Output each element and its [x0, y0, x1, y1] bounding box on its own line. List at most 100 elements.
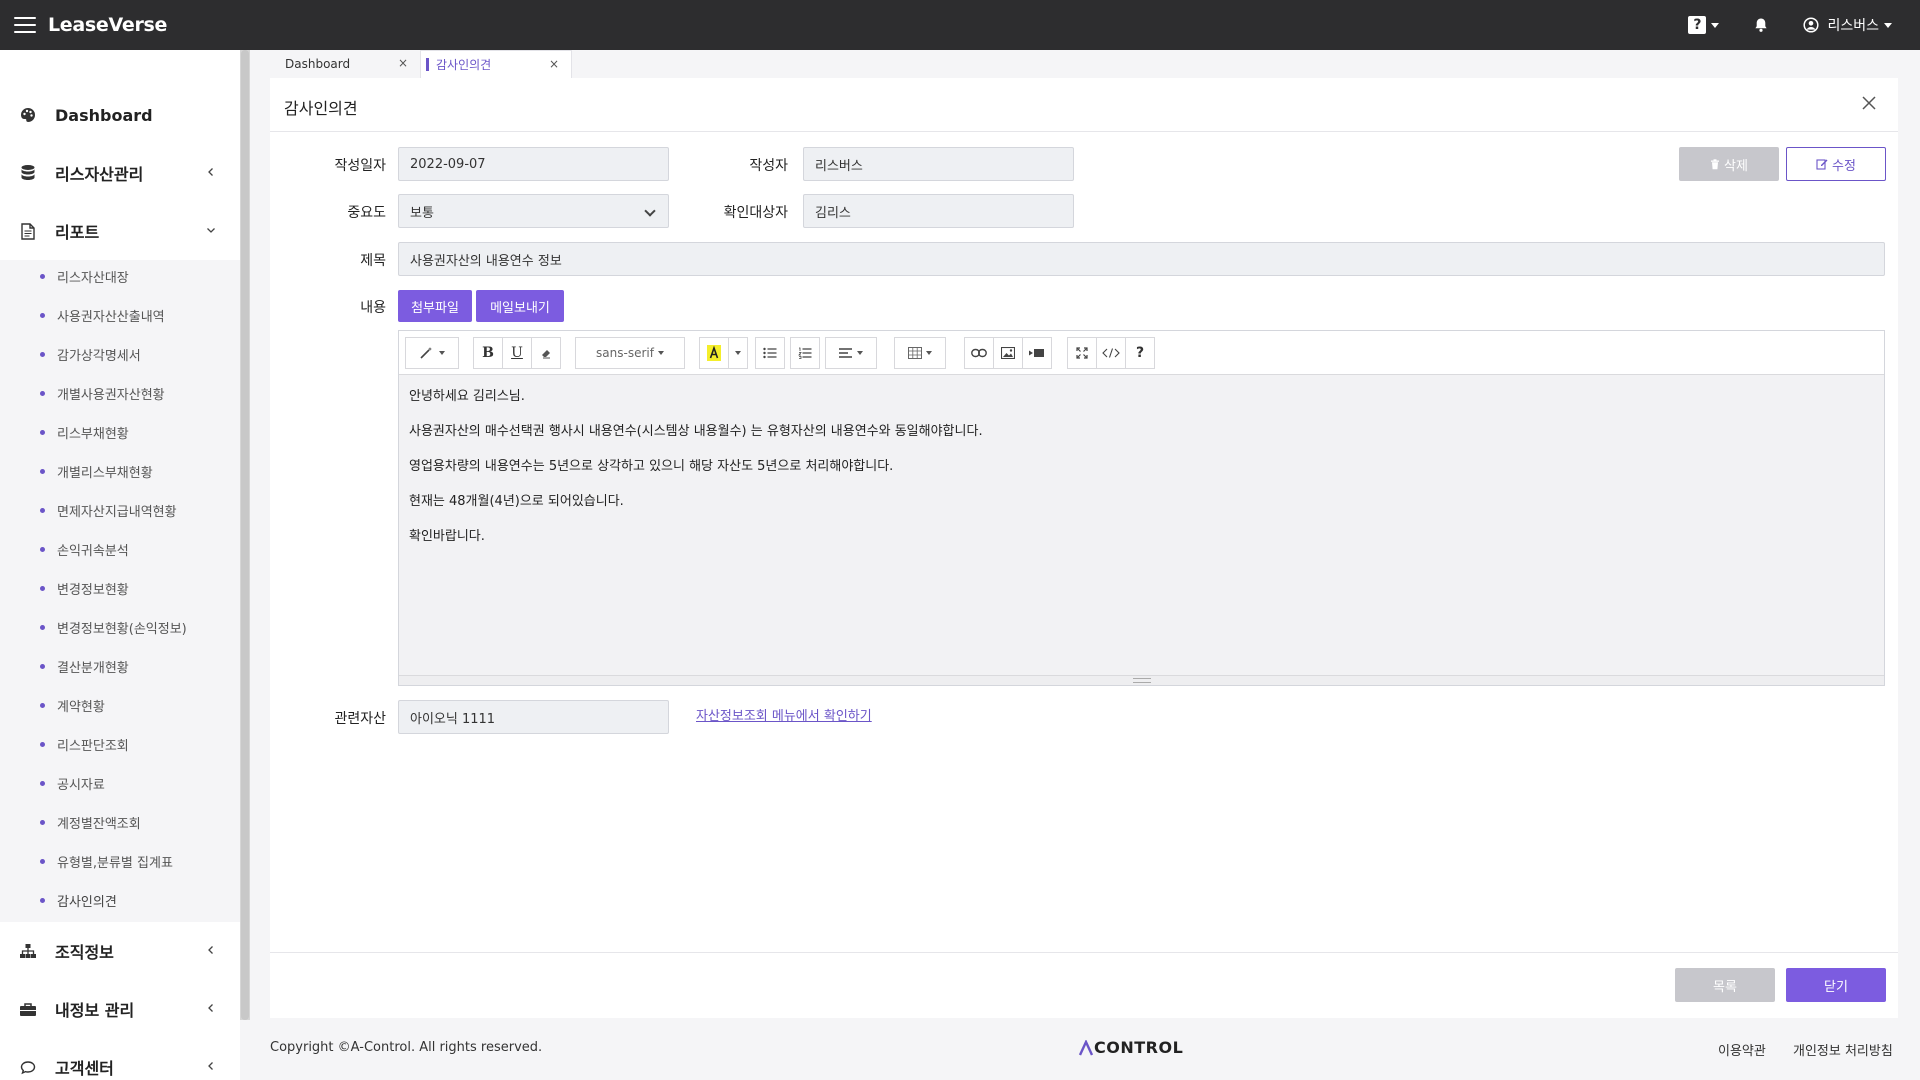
- sidebar-subitem-active[interactable]: 감사인의견: [0, 884, 240, 916]
- help-menu[interactable]: ?: [1688, 16, 1720, 34]
- hamburger-menu-icon[interactable]: [14, 17, 36, 33]
- confirm-target-value: 김리스: [815, 205, 851, 221]
- bullet-dot: [40, 312, 45, 318]
- bullet-dot: [40, 624, 45, 630]
- importance-select[interactable]: 보통: [398, 194, 669, 228]
- bulleted-list-button[interactable]: [755, 337, 785, 369]
- sidebar-subitem[interactable]: 공시자료: [0, 767, 240, 799]
- main-panel: 감사인의견 작성일자 2022-09-07 작성자 리스버스 삭제 수정 중요도…: [270, 78, 1898, 1018]
- date-field[interactable]: 2022-09-07: [398, 147, 669, 181]
- sidebar-subitem[interactable]: 변경정보현황(손익정보): [0, 611, 240, 643]
- insert-table-dropdown[interactable]: [894, 337, 946, 369]
- tab-strip: Dashboard × 감사인의견 ×: [270, 50, 572, 78]
- insert-image-button[interactable]: [993, 337, 1023, 369]
- notification-button[interactable]: [1753, 17, 1769, 33]
- sidebar-subitem[interactable]: 결산분개현황: [0, 650, 240, 682]
- attach-file-button[interactable]: 첨부파일: [398, 290, 472, 322]
- bullet-dot: [40, 858, 45, 864]
- underline-button[interactable]: U: [502, 337, 532, 369]
- insert-link-button[interactable]: [964, 337, 994, 369]
- sidebar-item-label: 고객센터: [55, 1059, 114, 1078]
- scrollbar-thumb[interactable]: [241, 50, 249, 1020]
- sidebar-subitem[interactable]: 개별리스부채현황: [0, 455, 240, 487]
- close-icon[interactable]: ×: [549, 57, 559, 71]
- code-view-button[interactable]: [1096, 337, 1126, 369]
- top-bar: LeaseVerse ? 리스버스: [0, 0, 1920, 50]
- related-asset-label: 관련자산: [334, 711, 386, 727]
- user-menu[interactable]: 리스버스: [1803, 15, 1892, 35]
- insert-video-button[interactable]: [1022, 337, 1052, 369]
- report-submenu: 리스자산대장 사용권자산산출내역 감가상각명세서 개별사용권자산현황 리스부채현…: [0, 260, 240, 922]
- sidebar-subitem[interactable]: 계약현황: [0, 689, 240, 721]
- chevron-down-icon: [1884, 22, 1892, 28]
- close-button[interactable]: 닫기: [1786, 968, 1886, 1002]
- sidebar-subitem[interactable]: 개별사용권자산현황: [0, 377, 240, 409]
- app-brand[interactable]: LeaseVerse: [48, 14, 167, 36]
- highlight-color-dropdown[interactable]: [728, 337, 748, 369]
- font-family-dropdown[interactable]: sans-serif: [575, 337, 685, 369]
- sidebar-subitem[interactable]: 사용권자산산출내역: [0, 299, 240, 331]
- close-icon[interactable]: [1858, 92, 1880, 114]
- sidebar-subitem[interactable]: 리스부채현황: [0, 416, 240, 448]
- help-button[interactable]: ?: [1125, 337, 1155, 369]
- editor-paragraph: 안녕하세요 김리스님.: [409, 389, 525, 404]
- sidebar-item-organization[interactable]: 조직정보: [0, 926, 240, 976]
- bullet-dot: [40, 390, 45, 396]
- paragraph-align-dropdown[interactable]: [825, 337, 877, 369]
- edit-button[interactable]: 수정: [1786, 147, 1886, 181]
- bold-button[interactable]: B: [473, 337, 503, 369]
- rich-text-editor[interactable]: B U sans-serif ? 안녕하세요 김리스님. 사용권자산의 매수선택…: [398, 330, 1885, 686]
- sidebar-subitem[interactable]: 리스판단조회: [0, 728, 240, 760]
- editor-content[interactable]: 안녕하세요 김리스님. 사용권자산의 매수선택권 행사시 내용연수(시스템상 내…: [399, 375, 1884, 675]
- tab-dashboard[interactable]: Dashboard ×: [270, 50, 420, 78]
- fullscreen-button[interactable]: [1067, 337, 1097, 369]
- sidebar-subitem[interactable]: 감가상각명세서: [0, 338, 240, 370]
- bullet-dot: [40, 819, 45, 825]
- list-button[interactable]: 목록: [1675, 968, 1775, 1002]
- related-asset-field[interactable]: 아이오닉 1111: [398, 700, 669, 734]
- asset-lookup-link[interactable]: 자산정보조회 메뉴에서 확인하기: [696, 705, 872, 724]
- delete-button[interactable]: 삭제: [1679, 147, 1779, 181]
- delete-button-label: 삭제: [1724, 158, 1748, 174]
- sidebar-subitem[interactable]: 리스자산대장: [0, 260, 240, 292]
- sidebar-subitem[interactable]: 유형별,분류별 집계표: [0, 845, 240, 877]
- sidebar-subitem[interactable]: 면제자산지급내역현황: [0, 494, 240, 526]
- sidebar: Dashboard 리스자산관리 리포트 리스자산대장 사용권자산산출내역 감가…: [0, 50, 240, 1080]
- sidebar-item-customer-center[interactable]: 고객센터: [0, 1042, 240, 1080]
- sidebar-item-lease-assets[interactable]: 리스자산관리: [0, 148, 240, 198]
- tab-label: Dashboard: [285, 57, 351, 71]
- sidebar-item-dashboard[interactable]: Dashboard: [0, 90, 240, 140]
- editor-resize-handle[interactable]: [399, 675, 1884, 685]
- briefcase-icon: [17, 998, 39, 1020]
- close-icon[interactable]: ×: [398, 56, 408, 70]
- bullet-dot: [40, 741, 45, 747]
- sidebar-subitem-label: 리스부채현황: [57, 426, 129, 442]
- bullet-dot: [40, 429, 45, 435]
- sidebar-subitem[interactable]: 손익귀속분석: [0, 533, 240, 565]
- subject-field[interactable]: 사용권자산의 내용연수 정보: [398, 242, 1885, 276]
- video-icon: [1029, 349, 1044, 357]
- tab-auditor-opinion[interactable]: 감사인의견 ×: [420, 50, 572, 78]
- magic-style-button[interactable]: [405, 337, 459, 369]
- sidebar-subitem[interactable]: 변경정보현황: [0, 572, 240, 604]
- logo-mark-icon: [1078, 1039, 1094, 1056]
- sidebar-subitem[interactable]: 계정별잔액조회: [0, 806, 240, 838]
- chevron-left-icon: [204, 1059, 218, 1073]
- privacy-link[interactable]: 개인정보 처리방침: [1793, 1040, 1893, 1059]
- highlight-color-button[interactable]: [699, 337, 729, 369]
- numbered-list-icon: [798, 347, 812, 359]
- sidebar-subitem-label: 개별사용권자산현황: [57, 387, 165, 403]
- chevron-down-icon: [926, 351, 932, 355]
- chevron-down-icon: [439, 351, 445, 355]
- send-mail-button[interactable]: 메일보내기: [476, 290, 564, 322]
- date-value: 2022-09-07: [410, 156, 486, 172]
- terms-link[interactable]: 이용약관: [1718, 1040, 1766, 1059]
- sidebar-item-report[interactable]: 리포트: [0, 206, 240, 256]
- sidebar-item-my-info[interactable]: 내정보 관리: [0, 984, 240, 1034]
- numbered-list-button[interactable]: [790, 337, 820, 369]
- clear-format-button[interactable]: [531, 337, 561, 369]
- document-icon: [17, 220, 39, 242]
- sidebar-scrollbar[interactable]: [240, 50, 250, 1020]
- editor-paragraph: 사용권자산의 매수선택권 행사시 내용연수(시스템상 내용월수) 는 유형자산의…: [409, 424, 983, 439]
- bullet-dot: [40, 273, 45, 279]
